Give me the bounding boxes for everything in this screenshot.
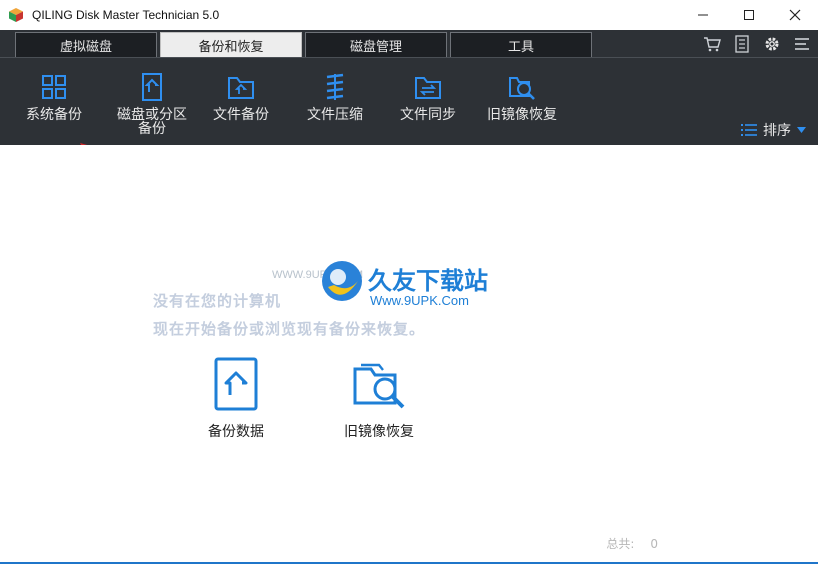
tab-disk-management[interactable]: 磁盘管理 (305, 32, 447, 57)
file-backup-icon (228, 77, 254, 99)
cart-button[interactable] (700, 33, 724, 55)
total-value: 0 (650, 537, 658, 551)
old-image-restore-label: 旧镜像恢复 (344, 424, 414, 440)
watermark-url: Www.9UPK.Com (370, 293, 469, 308)
watermark-title: 久友下载站 (368, 267, 488, 295)
toolbar-label: 旧镜像恢复 (487, 107, 557, 123)
empty-state-line-1: 没有在您的计算机 (153, 292, 282, 310)
close-button[interactable] (772, 0, 818, 30)
file-backup-button[interactable]: 文件备份 (195, 68, 287, 122)
tab-label: 磁盘管理 (349, 39, 402, 55)
disk-partition-backup-icon (142, 73, 162, 101)
watermark-small-url: WWW.9UPK.COM (272, 269, 364, 281)
tab-label: 虚拟磁盘 (59, 39, 112, 55)
disk-partition-backup-button[interactable]: 磁盘或分区备份 (106, 68, 198, 136)
tab-label: 备份和恢复 (198, 39, 264, 55)
backup-data-button[interactable]: 备份数据 (181, 357, 291, 441)
tab-label: 工具 (507, 39, 534, 55)
cart-icon (704, 37, 721, 52)
minimize-icon (698, 14, 708, 16)
maximize-button[interactable] (726, 0, 772, 30)
toolbar-label: 文件同步 (400, 107, 456, 123)
system-backup-icon (42, 75, 66, 99)
settings-button[interactable] (760, 33, 784, 55)
main-content: 没有在您的计算机 现在开始备份或浏览现有备份来恢复。 WWW.9UPK.COM … (0, 145, 818, 564)
backup-data-label: 备份数据 (208, 424, 264, 440)
document-list-icon (735, 35, 749, 53)
old-image-restore-icon (353, 363, 405, 409)
old-image-restore-icon (509, 77, 535, 100)
old-image-restore-button[interactable]: 旧镜像恢复 (476, 68, 568, 122)
old-image-restore-action[interactable]: 旧镜像恢复 (324, 357, 434, 441)
log-button[interactable] (730, 33, 754, 55)
sort-label: 排序 (763, 123, 791, 139)
toolbar-label: 磁盘或分区备份 (117, 107, 187, 137)
menu-icon (795, 38, 809, 50)
tab-backup-restore[interactable]: 备份和恢复 (160, 32, 302, 57)
title-bar: QILING Disk Master Technician 5.0 (0, 0, 818, 30)
app-logo-icon (9, 8, 23, 22)
window-controls (680, 0, 818, 30)
file-sync-button[interactable]: 文件同步 (382, 68, 474, 122)
list-icon (741, 124, 757, 136)
file-compress-icon (326, 73, 344, 100)
backup-toolbar: 系统备份 磁盘或分区备份 文件备份 文件压缩 文件同步 旧镜像恢复 排序 (0, 57, 818, 145)
tab-strip: 虚拟磁盘 备份和恢复 磁盘管理 工具 (0, 30, 818, 57)
window-title: QILING Disk Master Technician 5.0 (32, 8, 220, 22)
tab-tools[interactable]: 工具 (450, 32, 592, 57)
total-count: 总共: 0 (606, 535, 658, 552)
maximize-icon (744, 10, 754, 20)
total-label: 总共: (606, 537, 635, 551)
close-icon (789, 9, 801, 21)
file-sync-icon (415, 77, 441, 99)
tab-tools-group (700, 33, 814, 55)
tab-virtual-disk[interactable]: 虚拟磁盘 (15, 32, 157, 57)
backup-data-icon (214, 357, 258, 411)
minimize-button[interactable] (680, 0, 726, 30)
system-backup-button[interactable]: 系统备份 (8, 68, 100, 122)
sort-button[interactable]: 排序 (741, 120, 806, 140)
toolbar-label: 文件压缩 (307, 107, 363, 123)
menu-button[interactable] (790, 33, 814, 55)
empty-state-line-2: 现在开始备份或浏览现有备份来恢复。 (153, 320, 426, 338)
toolbar-label: 文件备份 (213, 107, 269, 123)
chevron-down-icon (797, 127, 806, 133)
toolbar-label: 系统备份 (26, 107, 82, 123)
file-compress-button[interactable]: 文件压缩 (289, 68, 381, 122)
gear-icon (765, 37, 779, 51)
watermark-logo-icon (322, 261, 362, 301)
